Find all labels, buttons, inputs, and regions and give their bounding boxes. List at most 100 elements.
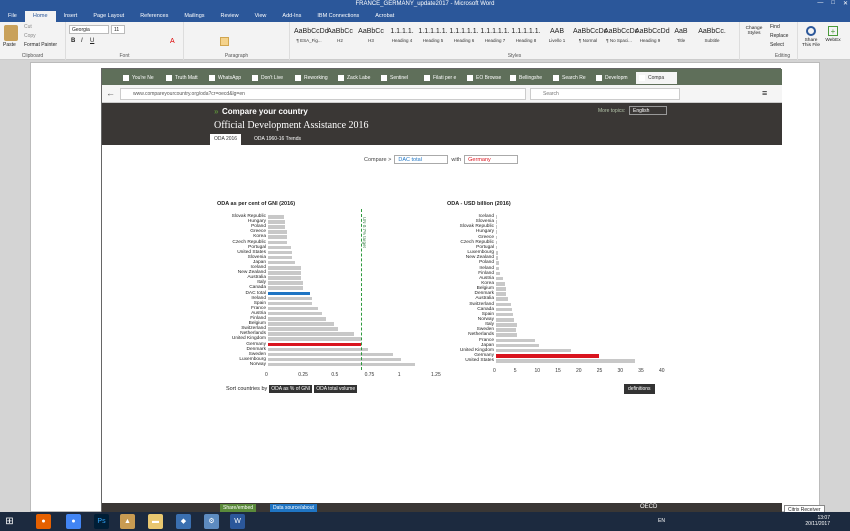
style-8[interactable]: AAB Livello 1	[542, 25, 572, 51]
webex-button[interactable]: + WebEx	[822, 26, 844, 43]
bar[interactable]	[496, 240, 498, 245]
style-7[interactable]: 1.1.1.1.1. Heading 8	[511, 25, 541, 51]
tab-acrobat[interactable]: Acrobat	[367, 11, 402, 22]
bar[interactable]	[496, 261, 499, 265]
style-6[interactable]: 1.1.1.1.1. Heading 7	[480, 25, 510, 51]
style-10[interactable]: AaBbCcDc ¶ No Spaci...	[604, 25, 638, 51]
tab-file[interactable]: File	[0, 11, 25, 22]
bar[interactable]	[496, 338, 536, 343]
paste-icon[interactable]	[4, 25, 18, 41]
sort-by-percent-button[interactable]: ODA as % of GNI	[269, 385, 313, 393]
start-icon[interactable]: ⊞	[2, 514, 17, 529]
tab-ibm-connections[interactable]: IBM Connections	[309, 11, 367, 22]
data-source-button[interactable]: Data source/about	[270, 504, 317, 512]
select-button[interactable]: Select	[770, 42, 784, 48]
app-icon[interactable]: ▲	[120, 514, 135, 529]
tab-review[interactable]: Review	[213, 11, 247, 22]
style-3[interactable]: 1.1.1.1. Heading 4	[387, 25, 417, 51]
bar[interactable]	[496, 318, 515, 322]
menu-icon[interactable]: ≡	[762, 88, 767, 98]
bar[interactable]	[496, 287, 506, 291]
browser-tab[interactable]: Search Re	[550, 72, 591, 84]
tab-home[interactable]: Home	[24, 11, 56, 22]
style-4[interactable]: 1.1.1.1.1. Heading 5	[418, 25, 448, 51]
bar[interactable]	[496, 271, 501, 276]
chrome-icon[interactable]: ●	[66, 514, 81, 529]
italic-icon[interactable]: I	[81, 38, 83, 44]
tab-mailings[interactable]: Mailings	[176, 11, 212, 22]
style-12[interactable]: AaB Title	[666, 25, 696, 51]
style-9[interactable]: AaBbCcDc ¶ Normal	[573, 25, 607, 51]
style-2[interactable]: AaBbCc H3	[356, 25, 386, 51]
tab-page-layout[interactable]: Page Layout	[85, 11, 132, 22]
style-5[interactable]: 1.1.1.1.1. Heading 6	[449, 25, 479, 51]
justify-icon[interactable]	[220, 37, 229, 46]
share-file-button[interactable]: Share This File	[800, 26, 822, 48]
bar[interactable]	[496, 251, 498, 255]
font-size-select[interactable]: 11	[111, 25, 125, 34]
bar[interactable]	[496, 281, 506, 286]
browser-tab[interactable]: Developm	[593, 72, 634, 84]
replace-button[interactable]: Replace	[770, 33, 788, 39]
folder-icon[interactable]: ▬	[148, 514, 163, 529]
bar[interactable]	[496, 348, 571, 353]
photoshop-icon[interactable]: Ps	[94, 514, 109, 529]
sort-by-volume-button[interactable]: ODA total volume	[314, 385, 358, 393]
bar[interactable]	[496, 230, 497, 235]
browser-tab[interactable]: Zack Labe	[335, 72, 376, 84]
bar[interactable]	[496, 323, 518, 327]
style-0[interactable]: AaBbCcDd ¶ ESA_Fig...	[294, 25, 329, 51]
browser-tab[interactable]: WhatsApp	[206, 72, 247, 84]
language-indicator[interactable]: EN	[658, 518, 665, 524]
network-icon[interactable]: ◆	[176, 514, 191, 529]
definitions-button[interactable]: definitions	[624, 384, 655, 394]
tab-insert[interactable]: Insert	[56, 11, 86, 22]
bar[interactable]	[496, 302, 511, 307]
browser-tab[interactable]: Filati per e	[421, 72, 462, 84]
url-bar[interactable]: www.compareyourcountry.org/oda?cr=oecd&l…	[120, 88, 526, 100]
share-embed-button[interactable]: Share/embed	[220, 504, 257, 512]
style-13[interactable]: AaBbCc. Subtitle	[697, 25, 727, 51]
bar[interactable]	[496, 343, 540, 348]
bar[interactable]	[496, 312, 513, 317]
browser-tab[interactable]: You're Ne	[120, 72, 161, 84]
browser-tab[interactable]: Don't Live	[249, 72, 290, 84]
browser-tab[interactable]: Sentinel	[378, 72, 419, 84]
bar[interactable]	[496, 256, 498, 260]
change-styles-button[interactable]: Change Styles	[742, 26, 766, 36]
minimize-icon[interactable]: —	[817, 0, 823, 7]
cut-button[interactable]: Cut	[24, 24, 32, 30]
bar[interactable]	[496, 359, 636, 363]
bar[interactable]	[496, 235, 498, 240]
bar[interactable]	[496, 307, 513, 312]
tab-references[interactable]: References	[132, 11, 176, 22]
bar[interactable]	[496, 266, 500, 271]
bar[interactable]	[496, 328, 517, 332]
browser-tab[interactable]: Truth Matt	[163, 72, 204, 84]
underline-icon[interactable]: U	[90, 38, 94, 44]
style-11[interactable]: AaBbCcDd Heading 9	[635, 25, 670, 51]
font-color-icon[interactable]: A	[170, 38, 175, 45]
bar[interactable]	[496, 276, 503, 281]
firefox-icon[interactable]: ●	[36, 514, 51, 529]
close-icon[interactable]: ✕	[843, 0, 848, 7]
bar[interactable]	[496, 245, 498, 250]
browser-search[interactable]: Search	[530, 88, 680, 100]
back-icon[interactable]: ←	[106, 88, 115, 98]
bar[interactable]	[496, 292, 506, 296]
style-1[interactable]: AaBbCc H2	[325, 25, 355, 51]
clock[interactable]: 13:07 20/11/2017	[805, 515, 830, 527]
maximize-icon[interactable]: □	[831, 0, 835, 7]
font-name-select[interactable]: Georgia	[69, 25, 109, 34]
settings-icon[interactable]: ⚙	[204, 514, 219, 529]
tab-view[interactable]: View	[247, 11, 275, 22]
browser-tab[interactable]: Bellingshe	[507, 72, 548, 84]
bar[interactable]	[496, 333, 517, 338]
word-icon[interactable]: W	[230, 514, 245, 529]
bold-icon[interactable]: B	[71, 38, 80, 44]
bar[interactable]	[496, 215, 497, 219]
browser-tab[interactable]: Compa	[636, 72, 677, 84]
bar[interactable]	[496, 220, 497, 224]
browser-tab[interactable]: EO Browse	[464, 72, 505, 84]
bar[interactable]	[496, 225, 497, 229]
